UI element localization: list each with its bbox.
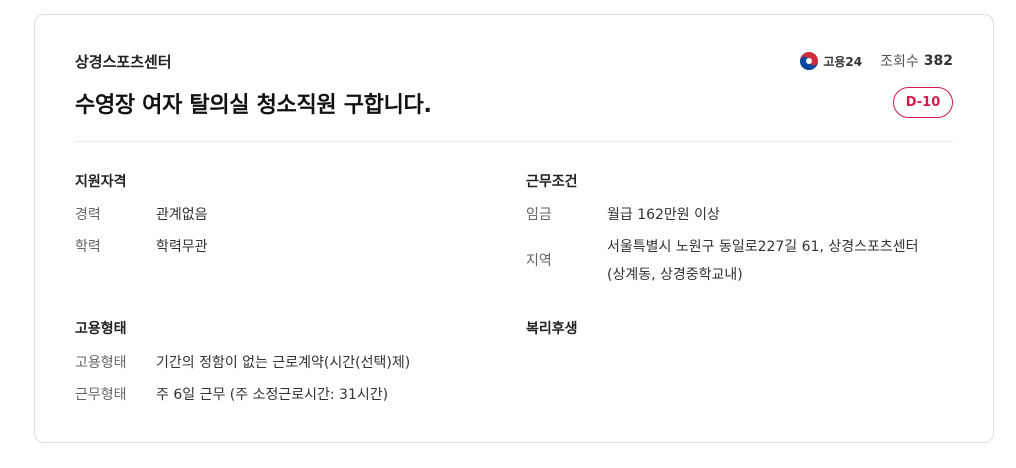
row-label: 경력 [75, 207, 101, 223]
qualification-row-career: 경력 관계없음 [75, 201, 208, 229]
row-value: 기간의 정함이 없는 근로계약(시간(선택)제) [156, 355, 411, 371]
qualification-title: 지원자격 [75, 174, 127, 190]
job-posting-card[interactable]: 상경스포츠센터 수영장 여자 탈의실 청소직원 구합니다. 고용24 조회수 3… [34, 14, 994, 443]
company-name: 상경스포츠센터 [75, 53, 172, 71]
row-label: 고용형태 [75, 355, 127, 371]
qualification-section: 지원자격 [75, 171, 127, 191]
conditions-title: 근무조건 [526, 174, 578, 190]
row-label: 임금 [526, 207, 552, 223]
conditions-row-wage: 임금 월급 162만원 이상 [526, 201, 720, 229]
divider [75, 141, 953, 142]
job-title[interactable]: 수영장 여자 탈의실 청소직원 구합니다. [75, 87, 432, 119]
location-line-2: (상계동, 상경중학교내) [607, 267, 743, 283]
taegeuk-icon [800, 52, 819, 70]
row-label: 지역 [526, 253, 552, 269]
row-value: 학력무관 [156, 239, 208, 255]
dday-badge: D-10 [893, 87, 953, 118]
row-label: 학력 [75, 239, 101, 255]
views-count: 382 [923, 53, 953, 69]
benefits-section: 복리후생 [526, 318, 578, 338]
logo-text: 고용24 [823, 54, 863, 69]
employment-row-work: 근무형태 주 6일 근무 (주 소정근로시간: 31시간) [75, 381, 388, 409]
posting-meta: 고용24 조회수 382 [799, 51, 953, 71]
conditions-row-location: 지역 서울특별시 노원구 동일로227길 61, 상경스포츠센터 (상계동, 상… [526, 233, 919, 289]
row-value: 월급 162만원 이상 [607, 207, 720, 223]
benefits-title: 복리후생 [526, 321, 578, 337]
employment-row-type: 고용형태 기간의 정함이 없는 근로계약(시간(선택)제) [75, 349, 410, 377]
employment-section: 고용형태 [75, 318, 127, 338]
goyong24-logo: 고용24 [799, 51, 862, 71]
conditions-section: 근무조건 [526, 171, 578, 191]
views-label: 조회수 [880, 54, 919, 70]
row-value: 주 6일 근무 (주 소정근로시간: 31시간) [156, 387, 389, 403]
qualification-row-education: 학력 학력무관 [75, 233, 208, 261]
row-label: 근무형태 [75, 387, 127, 403]
row-value: 관계없음 [156, 207, 208, 223]
location-line-1: 서울특별시 노원구 동일로227길 61, 상경스포츠센터 [607, 239, 919, 255]
row-value: 서울특별시 노원구 동일로227길 61, 상경스포츠센터 (상계동, 상경중학… [607, 233, 919, 289]
employment-title: 고용형태 [75, 321, 127, 337]
